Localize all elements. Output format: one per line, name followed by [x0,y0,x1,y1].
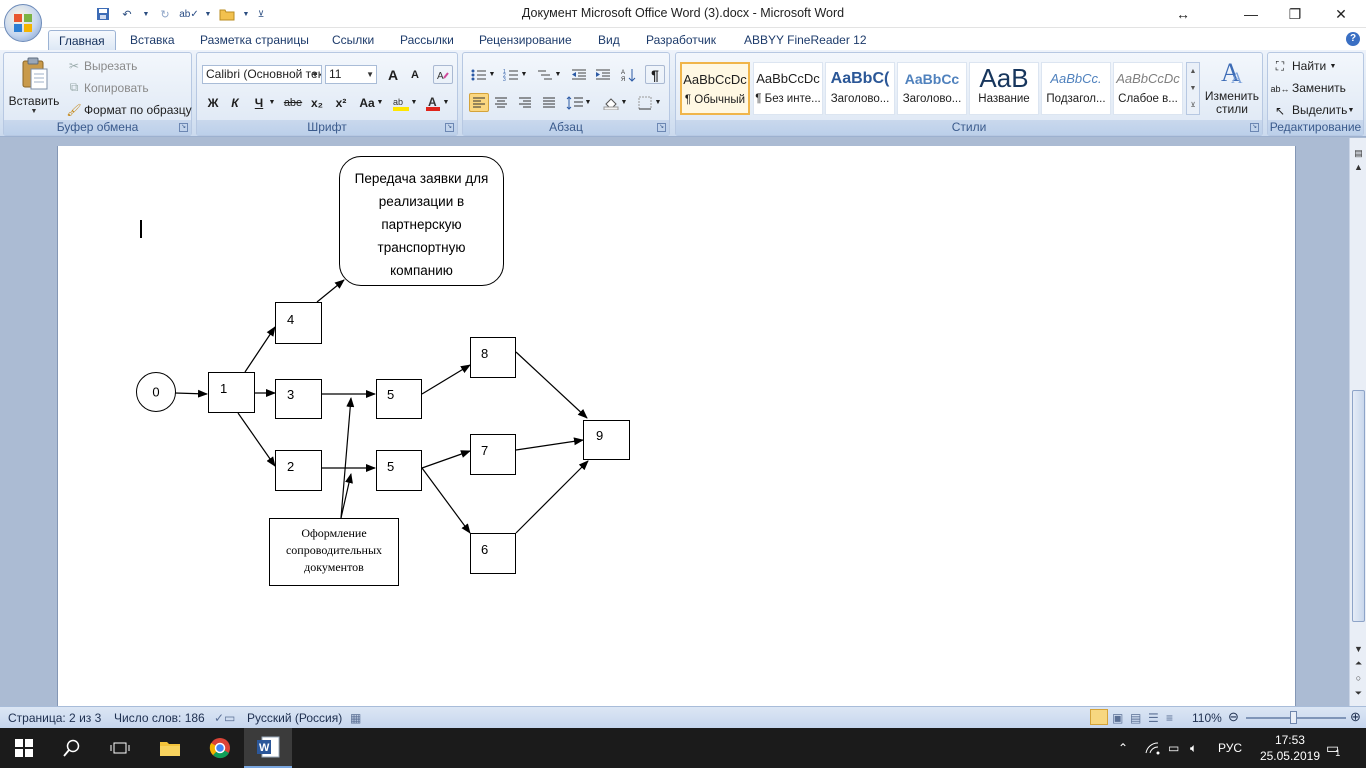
node-label: 1 [220,381,228,396]
transfer-request-box[interactable]: Передача заявки для реализации в партнер… [339,156,504,286]
node-7[interactable]: 7 [470,434,516,475]
proofing-icon[interactable]: ✓▭ [214,711,235,725]
scroll-up-icon[interactable]: ▲ [1351,160,1366,175]
show-hidden-icons[interactable]: ⌃ [1118,728,1128,768]
arrow-7-9 [515,437,584,451]
node-4[interactable]: 4 [275,302,322,344]
clock[interactable]: 17:53 25.05.2019 [1260,732,1320,764]
scroll-down-icon[interactable]: ▼ [1351,642,1366,657]
notification-count: 1 [1335,748,1341,758]
arrow-1-4 [244,326,276,373]
svg-text:W: W [259,742,270,754]
zoom-in-icon[interactable]: ⊕ [1350,709,1361,725]
office-logo-icon [14,14,32,32]
node-label: 4 [287,312,295,327]
arrow-5-6 [421,467,471,534]
node-8[interactable]: 8 [470,337,516,378]
page-indicator[interactable]: Страница: 2 из 3 [8,711,101,725]
browse-object-icon[interactable]: ○ [1351,671,1366,686]
zoom-out-icon[interactable]: ⊖ [1228,709,1239,725]
word-count[interactable]: Число слов: 186 [114,711,205,725]
task-view-icon[interactable] [96,728,144,768]
node-label: 8 [481,346,489,361]
windows-taskbar: W ⌃ ▭ 🔈︎ РУС 17:53 25.05.2019 ▭ 1 [0,728,1366,768]
next-page-icon[interactable]: ⏷ [1351,686,1366,701]
node-5-lower[interactable]: 5 [376,450,422,491]
previous-page-icon[interactable]: ⏶ [1351,656,1366,671]
arrow-6-9 [515,460,589,534]
arrow-4-transfer [316,279,345,303]
documents-box[interactable]: Оформление сопроводительных документов [269,518,399,586]
node-6[interactable]: 6 [470,533,516,574]
full-screen-view-icon[interactable]: ▣ [1112,711,1123,725]
outline-view-icon[interactable]: ☰ [1148,711,1159,725]
node-label: 5 [387,387,395,402]
clock-date: 25.05.2019 [1259,749,1320,763]
node-5-upper[interactable]: 5 [376,379,422,419]
web-layout-view-icon[interactable]: ▤ [1130,711,1141,725]
vertical-scrollbar[interactable]: ▤ ▲ ▼ ⏶ ○ ⏷ [1349,138,1366,706]
macro-recording-icon[interactable]: ▦ [350,711,361,725]
status-bar: Страница: 2 из 3 Число слов: 186 ✓▭ Русс… [0,706,1366,728]
input-language[interactable]: РУС [1218,728,1242,768]
node-1[interactable]: 1 [208,372,255,413]
node-0[interactable]: 0 [136,372,176,412]
volume-icon[interactable]: 🔈︎ [1190,728,1197,768]
zoom-slider-thumb[interactable] [1290,711,1297,724]
clock-time: 17:53 [1274,733,1305,747]
start-button[interactable] [0,728,48,768]
node-label: 2 [287,459,295,474]
node-label: 3 [287,387,295,402]
node-2[interactable]: 2 [275,450,322,491]
transfer-request-text: Передача заявки для реализации в партнер… [354,171,489,278]
diagram-connectors [174,279,589,534]
arrow-5-8 [421,364,471,395]
chrome-icon[interactable] [196,728,244,768]
file-explorer-icon[interactable] [146,728,194,768]
notifications-icon[interactable]: ▭ 1 [1326,728,1340,768]
node-9[interactable]: 9 [583,420,630,460]
arrow-5-7 [421,450,471,469]
arrow-8-9 [515,351,588,419]
zoom-level[interactable]: 110% [1192,711,1222,725]
language-indicator[interactable]: Русский (Россия) [247,711,342,725]
search-icon[interactable] [48,728,96,768]
ruler-toggle-icon[interactable]: ▤ [1351,146,1366,161]
arrow-1-2 [237,412,276,467]
print-layout-view-icon[interactable] [1090,709,1108,725]
word-taskbar-icon[interactable]: W [244,728,292,768]
node-label: 5 [387,459,395,474]
arrow-docs-up [340,397,355,519]
node-label: 0 [152,384,160,400]
node-label: 9 [596,428,604,443]
node-label: 7 [481,443,489,458]
windows-logo-icon [15,739,33,757]
documents-text: Оформление сопроводительных документов [285,526,383,574]
draft-view-icon[interactable]: ≡ [1166,711,1173,725]
arrow-0-1 [174,389,208,398]
office-button[interactable] [4,4,42,42]
node-label: 6 [481,542,489,557]
node-3[interactable]: 3 [275,379,322,419]
devices-icon[interactable]: ▭ [1168,728,1179,768]
scroll-thumb[interactable] [1352,390,1365,622]
network-icon[interactable] [1145,728,1161,768]
